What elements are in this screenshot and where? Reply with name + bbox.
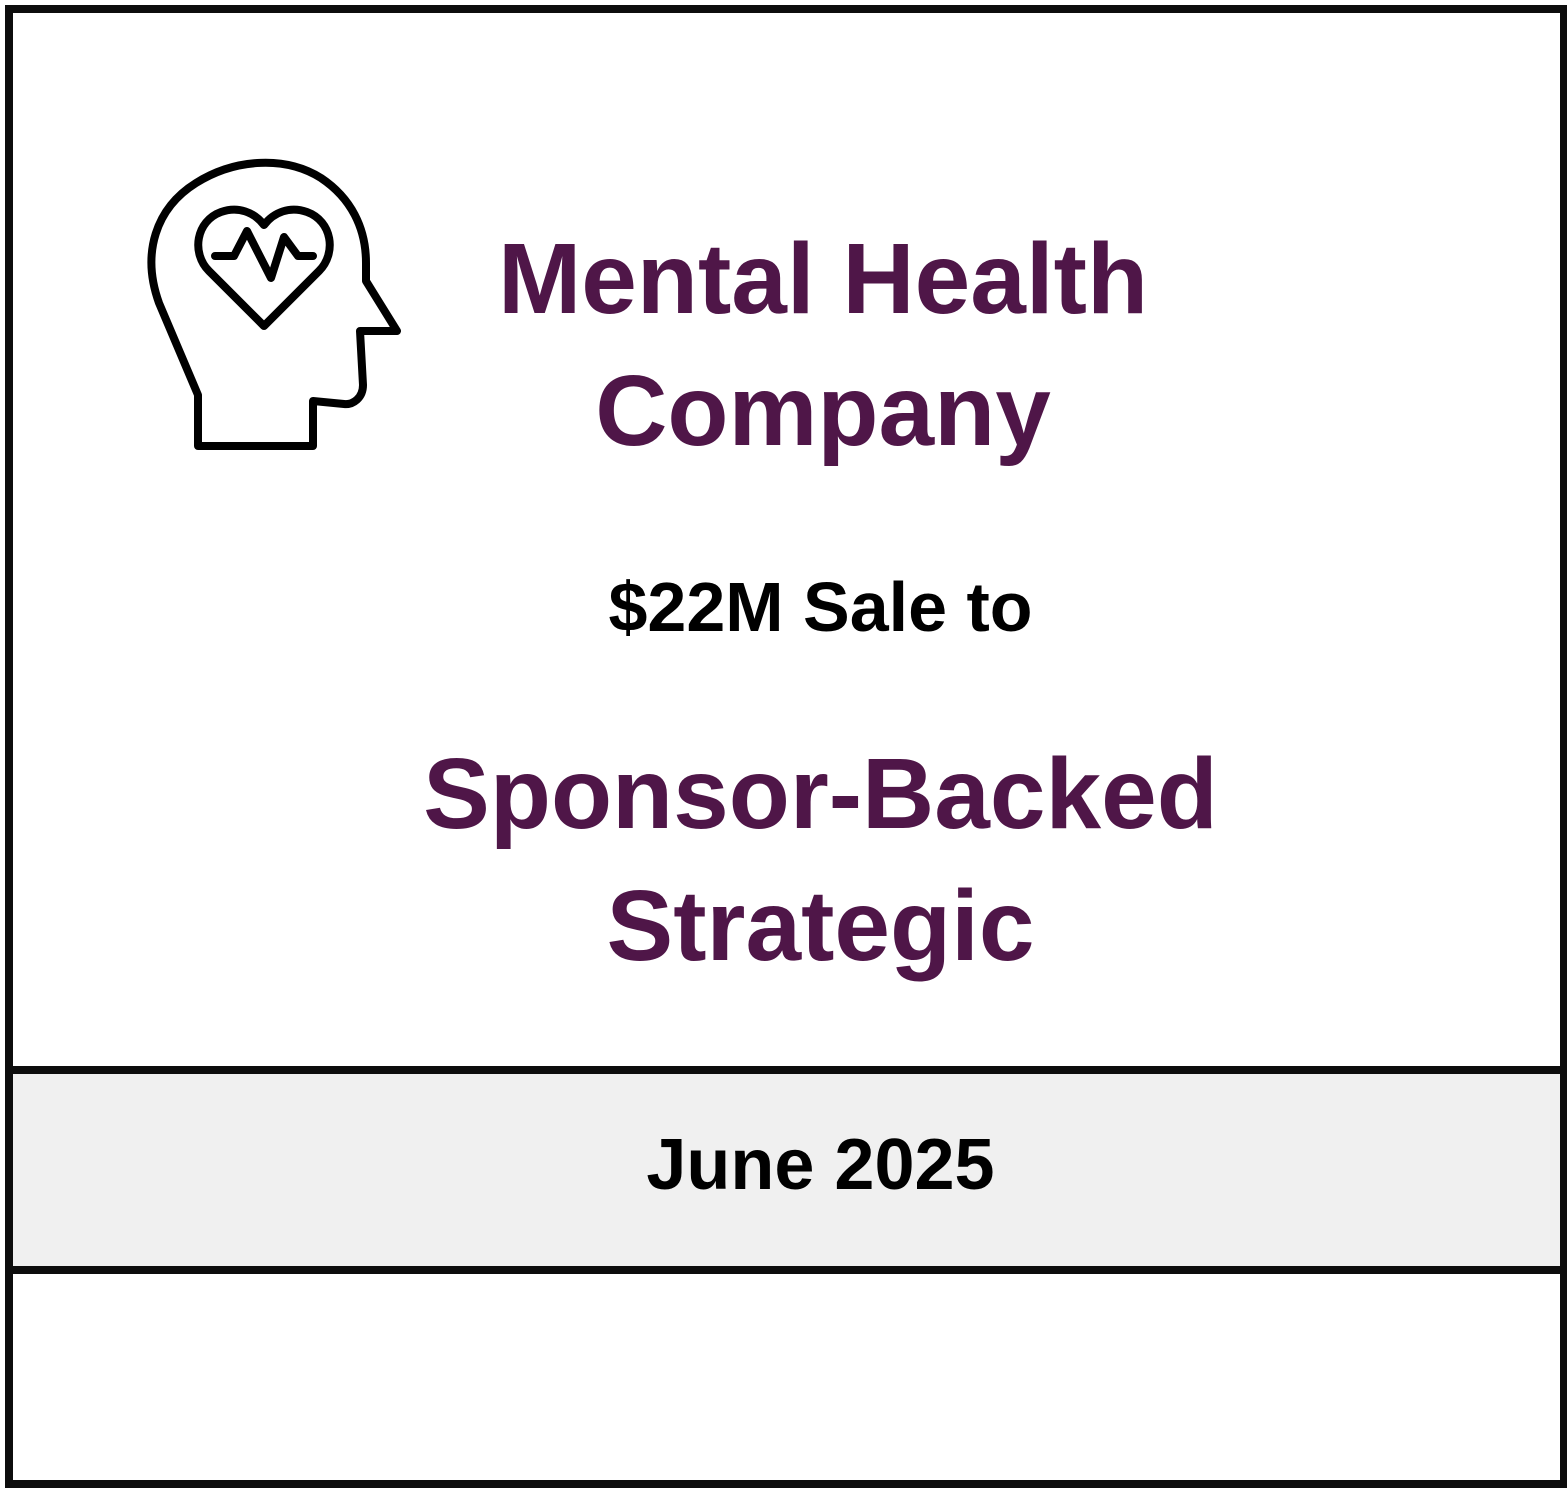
divider-bottom [13, 1266, 1560, 1274]
company-name: Mental Health Company [413, 213, 1233, 477]
transaction-date: June 2025 [646, 1125, 995, 1205]
head-heartbeat-icon [147, 158, 401, 450]
divider-top [13, 1066, 1560, 1074]
deal-description: $22M Sale to [608, 568, 1033, 646]
buyer-name-line-2: Strategic [606, 870, 1035, 982]
company-name-line-2: Company [595, 355, 1051, 467]
tombstone-card: Mental Health Company $22M Sale to Spons… [5, 5, 1567, 1488]
buyer-name-line-1: Sponsor-Backed [423, 738, 1218, 850]
buyer-name: Sponsor-Backed Strategic [13, 728, 1567, 992]
company-name-line-1: Mental Health [497, 223, 1149, 335]
